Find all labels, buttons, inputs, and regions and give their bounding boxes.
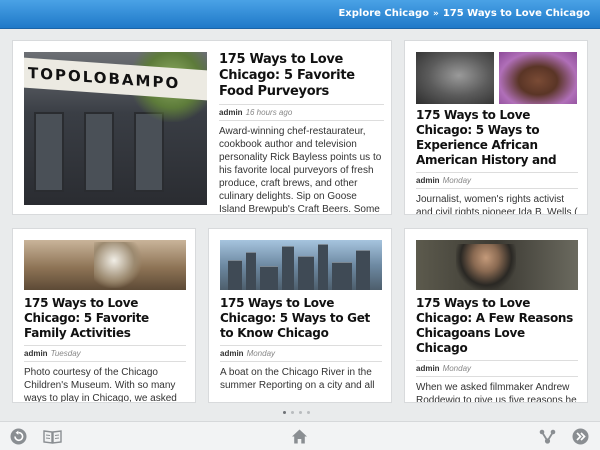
article-time: Monday [442,176,472,185]
article-image-portrait-historic[interactable] [416,52,494,104]
article-excerpt: When we asked filmmaker Andrew Roddewig … [416,376,578,402]
article-time: 16 hours ago [245,108,293,117]
image-detail [318,244,328,290]
article-time: Tuesday [50,349,81,358]
article-title[interactable]: 175 Ways to Love Chicago: 5 Ways to Get … [220,296,382,341]
article-meta: admin Monday [220,345,382,358]
breadcrumb: Explore Chicago » 175 Ways to Love Chicago [338,8,590,19]
article-title[interactable]: 175 Ways to Love Chicago: 5 Ways to Expe… [416,108,578,168]
page-dot[interactable] [283,411,286,414]
breadcrumb-current[interactable]: 175 Ways to Love Chicago [443,8,590,19]
article-author: admin [24,349,48,358]
article-image-restaurant[interactable]: TOPOLOBAMPO [24,52,207,205]
book-icon[interactable] [43,428,62,445]
image-detail [34,112,64,192]
image-detail [356,250,370,290]
image-detail [282,246,294,290]
home-icon[interactable] [291,428,308,445]
article-title[interactable]: 175 Ways to Love Chicago: 5 Favorite Fam… [24,296,186,341]
article-meta: admin Monday [416,172,578,185]
article-title[interactable]: 175 Ways to Love Chicago: 5 Favorite Foo… [219,52,384,100]
article-card-food-purveyors[interactable]: TOPOLOBAMPO 175 Ways to Love Chicago: 5 … [12,40,392,215]
image-detail [260,266,278,290]
page-dot[interactable] [291,411,294,414]
image-detail [134,112,164,192]
back-icon[interactable] [10,428,27,445]
article-time: Monday [246,349,276,358]
article-card-get-to-know-chicago[interactable]: 175 Ways to Love Chicago: 5 Ways to Get … [208,228,392,403]
article-meta: admin Monday [416,360,578,373]
page-indicator[interactable] [283,411,315,415]
image-detail [332,262,352,290]
article-time: Monday [442,364,472,373]
article-image-filmmaker[interactable] [416,240,578,290]
article-meta: admin Tuesday [24,345,186,358]
article-author: admin [416,364,440,373]
article-image-skyline[interactable] [220,240,382,290]
page-dot[interactable] [307,411,310,414]
breadcrumb-separator: » [433,9,439,19]
image-detail [298,256,314,290]
article-excerpt: Journalist, women's rights activist and … [416,188,578,214]
breadcrumb-explore-chicago[interactable]: Explore Chicago [338,8,429,19]
image-detail [84,112,114,192]
bottom-toolbar [0,421,600,450]
image-detail [246,252,256,290]
top-bar: Explore Chicago » 175 Ways to Love Chicago [0,0,600,29]
article-card-african-american-history[interactable]: 175 Ways to Love Chicago: 5 Ways to Expe… [404,40,588,215]
share-icon[interactable] [539,428,556,445]
article-excerpt: Award-winning chef-restaurateur, cookboo… [219,120,384,214]
article-author: admin [219,108,243,117]
article-author: admin [416,176,440,185]
image-detail [228,260,242,290]
article-title[interactable]: 175 Ways to Love Chicago: A Few Reasons … [416,296,578,356]
article-card-family-activities[interactable]: 175 Ways to Love Chicago: 5 Favorite Fam… [12,228,196,403]
article-excerpt: A boat on the Chicago River in the summe… [220,361,382,392]
forward-icon[interactable] [572,428,589,445]
article-author: admin [220,349,244,358]
article-image-family[interactable] [24,240,186,290]
article-meta: admin 16 hours ago [219,104,384,117]
article-image-portrait-woman[interactable] [499,52,577,104]
article-excerpt: Photo courtesy of the Chicago Children's… [24,361,186,402]
article-card-reasons-love-chicago[interactable]: 175 Ways to Love Chicago: A Few Reasons … [404,228,588,403]
page-dot[interactable] [299,411,302,414]
